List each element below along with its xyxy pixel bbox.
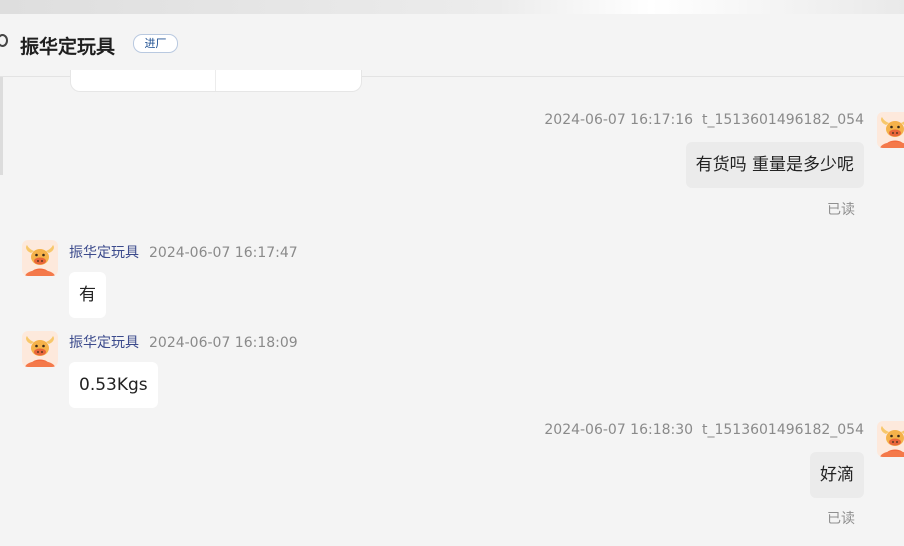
message-meta: 2024-06-07 16:18:30 t_1513601496182_054 xyxy=(544,422,864,438)
sender-name: 振华定玩具 xyxy=(69,245,139,261)
contact-avatar-icon[interactable] xyxy=(22,331,58,367)
card-divider xyxy=(215,70,216,91)
left-panel-edge xyxy=(0,77,3,175)
window-top-bar xyxy=(0,0,904,14)
message-bubble-outgoing[interactable]: 好滴 xyxy=(810,452,864,498)
back-icon[interactable] xyxy=(0,34,8,47)
chat-header: 振华定玩具 进厂 xyxy=(0,14,904,77)
sender-id: t_1513601496182_054 xyxy=(701,112,864,128)
message-bubble-outgoing[interactable]: 有货吗 重量是多少呢 xyxy=(685,142,864,188)
my-avatar-icon[interactable] xyxy=(877,421,904,457)
read-status: 已读 xyxy=(827,202,855,218)
message-time: 2024-06-07 16:18:09 xyxy=(149,335,298,351)
sender-id: t_1513601496182_054 xyxy=(701,422,864,438)
message-time: 2024-06-07 16:17:16 xyxy=(544,112,694,128)
previous-card-message[interactable] xyxy=(70,70,362,92)
contact-avatar-icon[interactable] xyxy=(22,240,58,276)
supplier-tag-badge[interactable]: 进厂 xyxy=(133,34,178,53)
message-meta: 2024-06-07 16:17:16 t_1513601496182_054 xyxy=(544,112,864,128)
my-avatar-icon[interactable] xyxy=(877,112,904,148)
message-time: 2024-06-07 16:17:47 xyxy=(149,245,298,261)
message-bubble-incoming[interactable]: 有 xyxy=(69,272,106,318)
message-bubble-incoming[interactable]: 0.53Kgs xyxy=(69,362,158,408)
message-time: 2024-06-07 16:18:30 xyxy=(544,422,694,438)
message-meta: 振华定玩具 2024-06-07 16:18:09 xyxy=(69,332,298,352)
message-meta: 振华定玩具 2024-06-07 16:17:47 xyxy=(69,242,298,262)
chat-title: 振华定玩具 xyxy=(20,36,116,58)
read-status: 已读 xyxy=(827,511,855,527)
sender-name: 振华定玩具 xyxy=(69,335,139,351)
